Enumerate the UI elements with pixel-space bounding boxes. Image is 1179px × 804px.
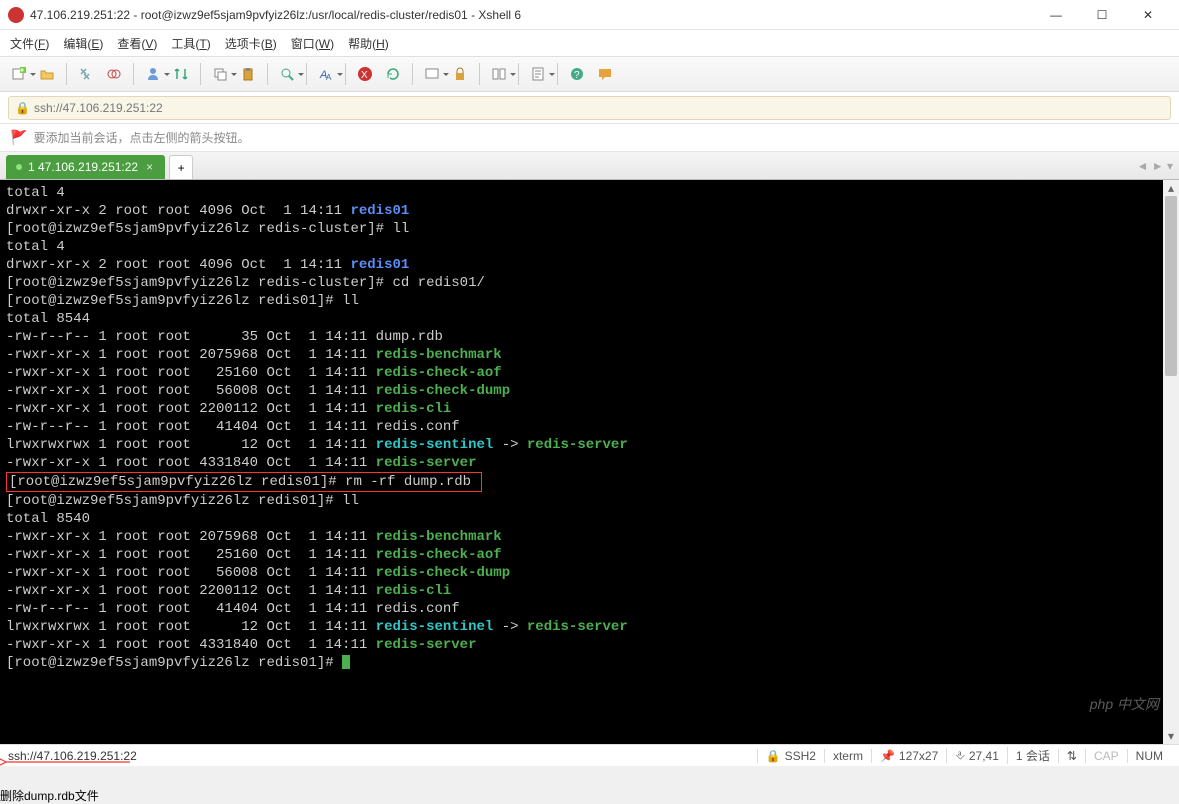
script-button[interactable] [527, 63, 549, 85]
terminal-line: -rwxr-xr-x 1 root root 56008 Oct 1 14:11… [6, 382, 1173, 400]
svg-text:?: ? [574, 70, 580, 81]
terminal-line: total 8540 [6, 510, 1173, 528]
lock-icon: 🔒 [15, 101, 30, 115]
help-button[interactable]: ? [566, 63, 588, 85]
new-session-button[interactable] [8, 63, 30, 85]
xshell-button[interactable]: X [354, 63, 376, 85]
terminal-line: -rwxr-xr-x 1 root root 4331840 Oct 1 14:… [6, 636, 1173, 654]
menu-选项卡[interactable]: 选项卡(B) [225, 35, 277, 52]
disconnect-button[interactable] [103, 63, 125, 85]
title-bar: 47.106.219.251:22 - root@izwz9ef5sjam9pv… [0, 0, 1179, 30]
hint-text: 要添加当前会话，点击左侧的箭头按钮。 [33, 129, 249, 146]
scroll-down-icon[interactable]: ▾ [1163, 728, 1179, 744]
maximize-button[interactable]: ☐ [1079, 0, 1125, 30]
close-button[interactable]: ✕ [1125, 0, 1171, 30]
flag-icon: 🚩 [10, 129, 27, 146]
terminal-line: -rw-r--r-- 1 root root 41404 Oct 1 14:11… [6, 600, 1173, 618]
layout-button[interactable] [488, 63, 510, 85]
menu-帮助[interactable]: 帮助(H) [348, 35, 389, 52]
menu-工具[interactable]: 工具(T) [171, 35, 210, 52]
tab-nav-arrows[interactable]: ◄ ► ▾ [1131, 152, 1179, 179]
terminal-line: lrwxrwxrwx 1 root root 12 Oct 1 14:11 re… [6, 618, 1173, 636]
terminal-line: [root@izwz9ef5sjam9pvfyiz26lz redis01]# … [6, 472, 1173, 492]
terminal-line: -rwxr-xr-x 1 root root 2200112 Oct 1 14:… [6, 400, 1173, 418]
svg-text:A: A [326, 73, 332, 82]
terminal-line: -rwxr-xr-x 1 root root 56008 Oct 1 14:11… [6, 564, 1173, 582]
status-dot-icon [16, 164, 22, 170]
window-title: 47.106.219.251:22 - root@izwz9ef5sjam9pv… [30, 8, 1033, 22]
terminal-line: [root@izwz9ef5sjam9pvfyiz26lz redis-clus… [6, 274, 1173, 292]
terminal-line: -rwxr-xr-x 1 root root 2075968 Oct 1 14:… [6, 528, 1173, 546]
copy-button[interactable] [209, 63, 231, 85]
find-button[interactable] [276, 63, 298, 85]
profile-button[interactable] [142, 63, 164, 85]
session-tab[interactable]: 1 47.106.219.251:22 × [6, 155, 165, 179]
terminal-line: total 4 [6, 238, 1173, 256]
refresh-button[interactable] [382, 63, 404, 85]
app-icon [8, 7, 24, 23]
reconnect-button[interactable] [75, 63, 97, 85]
terminal-line: -rwxr-xr-x 1 root root 2075968 Oct 1 14:… [6, 346, 1173, 364]
svg-text:X: X [361, 70, 368, 81]
menu-文件[interactable]: 文件(F) [10, 35, 49, 52]
terminal-line: lrwxrwxrwx 1 root root 12 Oct 1 14:11 re… [6, 436, 1173, 454]
terminal-scrollbar[interactable]: ▴ ▾ [1163, 180, 1179, 744]
terminal-line: drwxr-xr-x 2 root root 4096 Oct 1 14:11 … [6, 256, 1173, 274]
paste-button[interactable] [237, 63, 259, 85]
terminal-line: [root@izwz9ef5sjam9pvfyiz26lz redis01]# … [6, 492, 1173, 510]
tab-close-icon[interactable]: × [144, 160, 155, 174]
terminal-line: -rwxr-xr-x 1 root root 25160 Oct 1 14:11… [6, 546, 1173, 564]
tab-strip: 1 47.106.219.251:22 × + ◄ ► ▾ [0, 152, 1179, 180]
lock-button[interactable] [449, 63, 471, 85]
terminal-line: [root@izwz9ef5sjam9pvfyiz26lz redis-clus… [6, 220, 1173, 238]
menu-bar: 文件(F) 编辑(E) 查看(V) 工具(T) 选项卡(B) 窗口(W) 帮助(H) [0, 30, 1179, 56]
terminal-line: -rwxr-xr-x 1 root root 2200112 Oct 1 14:… [6, 582, 1173, 600]
terminal-pane[interactable]: total 4drwxr-xr-x 2 root root 4096 Oct 1… [0, 180, 1179, 744]
transfer-button[interactable] [170, 63, 192, 85]
terminal-line: -rw-r--r-- 1 root root 41404 Oct 1 14:11… [6, 418, 1173, 436]
menu-查看[interactable]: 查看(V) [117, 35, 157, 52]
terminal-line: -rwxr-xr-x 1 root root 4331840 Oct 1 14:… [6, 454, 1173, 472]
menu-窗口[interactable]: 窗口(W) [291, 35, 334, 52]
screen-button[interactable] [421, 63, 443, 85]
toolbar: AA X ? [0, 56, 1179, 92]
add-tab-button[interactable]: + [169, 155, 193, 179]
chat-button[interactable] [594, 63, 616, 85]
address-field[interactable]: 🔒 ssh://47.106.219.251:22 [8, 96, 1171, 120]
minimize-button[interactable]: — [1033, 0, 1079, 30]
annotation-text: 删除dump.rdb文件 [0, 787, 1179, 804]
terminal-line: total 8544 [6, 310, 1173, 328]
terminal-line: [root@izwz9ef5sjam9pvfyiz26lz redis01]# … [6, 292, 1173, 310]
open-button[interactable] [36, 63, 58, 85]
scroll-up-icon[interactable]: ▴ [1163, 180, 1179, 196]
terminal-line: -rw-r--r-- 1 root root 35 Oct 1 14:11 du… [6, 328, 1173, 346]
terminal-line: total 4 [6, 184, 1173, 202]
terminal-line: drwxr-xr-x 2 root root 4096 Oct 1 14:11 … [6, 202, 1173, 220]
font-button[interactable]: AA [315, 63, 337, 85]
address-bar: 🔒 ssh://47.106.219.251:22 [0, 92, 1179, 124]
terminal-line: [root@izwz9ef5sjam9pvfyiz26lz redis01]# [6, 654, 1173, 672]
terminal-line: -rwxr-xr-x 1 root root 25160 Oct 1 14:11… [6, 364, 1173, 382]
menu-编辑[interactable]: 编辑(E) [63, 35, 103, 52]
tab-label: 1 47.106.219.251:22 [28, 160, 138, 174]
hint-bar: 🚩 要添加当前会话，点击左侧的箭头按钮。 [0, 124, 1179, 152]
scrollbar-thumb[interactable] [1165, 196, 1177, 376]
address-text: ssh://47.106.219.251:22 [34, 101, 163, 115]
